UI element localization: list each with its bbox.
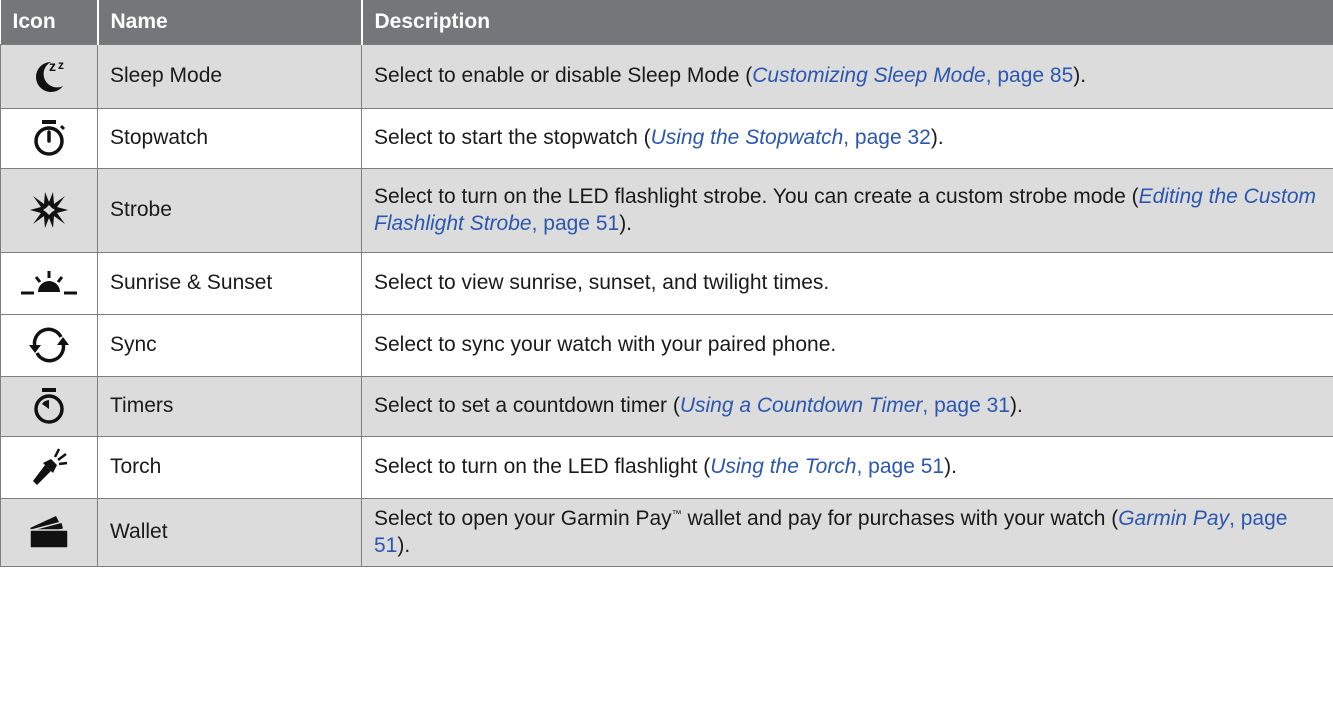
icon-cell (0, 107, 98, 169)
header-description: Description (361, 0, 1333, 44)
sleep-mode-icon: z z (36, 58, 64, 92)
row-description: Select to enable or disable Sleep Mode (… (361, 43, 1333, 109)
row-name: Wallet (97, 497, 362, 567)
icon-cell (0, 435, 98, 499)
timer-icon (34, 388, 64, 424)
sunrise-sunset-icon (21, 271, 77, 295)
icon-cell (0, 167, 98, 253)
torch-icon (33, 448, 68, 485)
row-description: Select to open your Garmin Pay™ wallet a… (361, 497, 1333, 567)
cross-reference-link[interactable]: Using the Stopwatch, page 32 (651, 126, 931, 149)
row-name: Timers (97, 375, 362, 437)
stopwatch-icon (34, 120, 66, 156)
icon-cell (0, 375, 98, 437)
icon-cell (0, 497, 98, 567)
row-description: Select to turn on the LED flashlight str… (361, 167, 1333, 253)
icon-cell: z z (0, 43, 98, 109)
icon-cell (0, 251, 98, 315)
row-description: Select to view sunrise, sunset, and twil… (361, 251, 1333, 315)
svg-text:z: z (58, 58, 64, 72)
table-row: Strobe Select to turn on the LED flashli… (0, 167, 1333, 253)
row-name: Sunrise & Sunset (97, 251, 362, 315)
table-row: Wallet Select to open your Garmin Pay™ w… (0, 497, 1333, 567)
row-description: Select to start the stopwatch (Using the… (361, 107, 1333, 169)
table-row: z z Sleep Mode Select to enable or disab… (0, 43, 1333, 109)
row-name: Stopwatch (97, 107, 362, 169)
row-name: Sync (97, 313, 362, 377)
header-icon: Icon (0, 0, 99, 44)
cross-reference-link[interactable]: Using a Countdown Timer, page 31 (680, 394, 1010, 417)
row-description: Select to sync your watch with your pair… (361, 313, 1333, 377)
table-row: Torch Select to turn on the LED flashlig… (0, 435, 1333, 499)
icon-cell (0, 313, 98, 377)
header-name: Name (97, 0, 363, 44)
row-name: Torch (97, 435, 362, 499)
cross-reference-link[interactable]: Customizing Sleep Mode, page 85 (752, 64, 1073, 87)
table-row: Sunrise & Sunset Select to view sunrise,… (0, 251, 1333, 315)
cross-reference-link[interactable]: Using the Torch, page 51 (710, 455, 944, 478)
wallet-icon (29, 516, 69, 549)
row-name: Sleep Mode (97, 43, 362, 109)
row-description: Select to set a countdown timer (Using a… (361, 375, 1333, 437)
svg-text:z: z (49, 58, 56, 74)
strobe-icon (30, 192, 68, 228)
table-row: Timers Select to set a countdown timer (… (0, 375, 1333, 437)
row-description: Select to turn on the LED flashlight (Us… (361, 435, 1333, 499)
sync-icon (29, 327, 69, 363)
table-row: Sync Select to sync your watch with your… (0, 313, 1333, 377)
controls-reference-table: Icon Name Description z z Sleep Mode Sel… (0, 0, 1333, 567)
table-header-row: Icon Name Description (0, 0, 1333, 44)
row-name: Strobe (97, 167, 362, 253)
table-row: Stopwatch Select to start the stopwatch … (0, 107, 1333, 169)
